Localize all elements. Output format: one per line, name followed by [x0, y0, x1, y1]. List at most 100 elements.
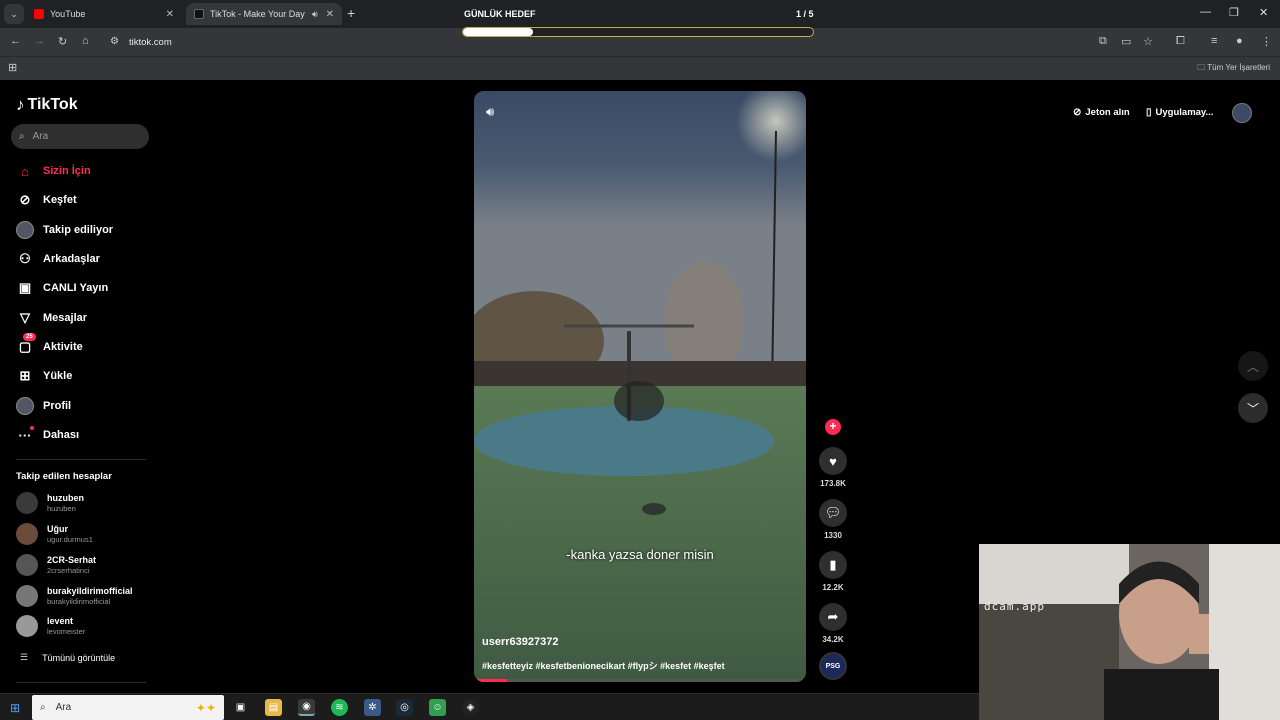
follow-button[interactable]: +	[825, 419, 841, 435]
comment-icon[interactable]: 💬︎	[819, 499, 847, 527]
following-account[interactable]: huzuben huzuben	[16, 492, 84, 514]
daily-goal-progress-bar	[462, 27, 814, 37]
bookmark-star-icon[interactable]: ☆	[1143, 35, 1153, 48]
sidebar-item-label: Aktivite	[43, 341, 83, 353]
sidebar-item-5[interactable]: ▣ CANLI Yayın	[16, 278, 108, 298]
close-icon[interactable]: ✕	[166, 9, 174, 20]
sidebar-item-label: Mesajlar	[43, 312, 88, 324]
close-icon[interactable]: ✕	[326, 9, 334, 20]
steam-icon[interactable]: ◎	[396, 699, 413, 716]
spotify-icon[interactable]: ≋	[331, 699, 348, 716]
sidebar-item-10[interactable]: ··· Dahası	[16, 425, 79, 445]
audio-playing-icon[interactable]: 🔊︎	[312, 9, 318, 20]
close-window-icon[interactable]: ✕	[1259, 6, 1268, 19]
get-coins-button[interactable]: ⊘ Jeton alın	[1073, 101, 1130, 123]
tab-youtube[interactable]: YouTube ✕	[26, 3, 182, 25]
see-all-label: Tümünü görüntüle	[42, 652, 116, 663]
url-field[interactable]: tiktok.com	[129, 37, 172, 48]
notification-badge: 25	[23, 333, 36, 341]
settings-app-icon[interactable]: ✲	[364, 699, 381, 716]
brand-name: TikTok	[27, 96, 78, 113]
following-account[interactable]: burakyildirimofficial burakyildirimoffici…	[16, 585, 133, 607]
tab-tiktok[interactable]: TikTok - Make Your Day 🔊︎ ✕	[186, 3, 342, 25]
like-action[interactable]: ♥ 173.8K	[818, 447, 848, 488]
list-icon: ☰	[20, 652, 29, 662]
save-action[interactable]: ▮ 12.2K	[818, 551, 848, 592]
heart-icon[interactable]: ♥	[819, 447, 847, 475]
taskbar-search-input[interactable]: ⌕ Ara ✦✦	[32, 695, 224, 720]
sidebar-item-6[interactable]: ▽ Mesajlar	[16, 308, 87, 328]
account-handle: huzuben	[47, 504, 76, 513]
back-icon[interactable]: ←	[10, 35, 21, 47]
android-app-icon[interactable]: ☺	[429, 699, 446, 716]
next-video-button[interactable]: ﹀	[1238, 393, 1268, 423]
forward-icon[interactable]: →	[34, 35, 45, 47]
share-action[interactable]: ➦ 34.2K	[818, 603, 848, 644]
translate-icon[interactable]: ⧉	[1099, 35, 1107, 48]
sidebar-item-3[interactable]: Takip ediliyor	[16, 220, 113, 240]
minimize-icon[interactable]: —	[1200, 6, 1211, 18]
share-icon[interactable]: ➦	[819, 603, 847, 631]
following-account[interactable]: Uğur ugur.durmus1	[16, 523, 93, 545]
daily-goal-count: 1 / 5	[796, 9, 814, 19]
avatar	[16, 221, 34, 239]
following-account[interactable]: levent levomeister	[16, 615, 85, 637]
volume-icon[interactable]: 🔊︎	[486, 104, 494, 120]
get-app-button[interactable]: ▯ Uygulamay...	[1146, 101, 1213, 123]
chrome-icon[interactable]: ◉	[298, 699, 315, 716]
account-text: levent levomeister	[47, 616, 85, 636]
restore-icon[interactable]: ❐	[1229, 6, 1239, 19]
avatar	[16, 554, 38, 576]
see-all-button[interactable]: ☰ Tümünü görüntüle	[20, 652, 115, 663]
video-hashtags[interactable]: #kesfetteyiz #kesfetbenionecikart #flypシ…	[482, 659, 725, 672]
sidebar-item-2[interactable]: ⊘ Keşfet	[16, 190, 77, 210]
sidebar-item-8[interactable]: ⊞ Yükle	[16, 366, 73, 386]
apps-grid-icon[interactable]: ⊞	[8, 61, 17, 74]
video-frame	[474, 91, 806, 682]
following-account[interactable]: 2CR-Serhat 2crserhatinci	[16, 554, 96, 576]
menu-icon[interactable]: ⋮	[1261, 35, 1272, 48]
tab-search-button[interactable]: ⌄	[4, 4, 24, 24]
account-handle: 2crserhatinci	[47, 566, 90, 575]
webcam-overlay: dcam.app	[979, 544, 1280, 720]
reload-icon[interactable]: ↻	[58, 35, 67, 48]
task-view-icon[interactable]: ▣	[232, 699, 249, 716]
windows-taskbar: ⊞ ⌕ Ara ✦✦ ▣ ▤ ◉ ≋ ✲ ◎ ☺ ◈	[0, 693, 979, 720]
sidebar-item-9[interactable]: Profil	[16, 396, 71, 416]
share-count: 34.2K	[822, 635, 844, 644]
all-bookmarks-button[interactable]: 🗀︎ Tüm Yer İşaretleri	[1197, 62, 1270, 76]
new-tab-button[interactable]: +	[347, 5, 355, 21]
browser-tab-bar: ⌄ YouTube ✕ TikTok - Make Your Day 🔊︎ ✕ …	[0, 0, 1280, 28]
profile-avatar[interactable]	[1232, 103, 1252, 123]
tiktok-note-icon: ♪	[16, 95, 25, 114]
game-app-icon[interactable]: ◈	[462, 699, 479, 716]
video-progress-bar[interactable]	[474, 679, 806, 682]
bookmark-icon[interactable]: ▮	[819, 551, 847, 579]
extensions-icon[interactable]: ⧠	[1176, 35, 1185, 48]
reading-list-icon[interactable]: ≡	[1211, 35, 1217, 47]
avatar	[16, 585, 38, 607]
video-author[interactable]: userr63927372	[482, 636, 558, 648]
site-info-icon[interactable]: ⚙	[110, 36, 119, 47]
windows-start-icon[interactable]: ⊞	[10, 701, 20, 715]
search-input[interactable]: ⌕ Ara	[11, 124, 149, 149]
sidebar-item-label: Yükle	[43, 370, 73, 382]
sidebar-item-4[interactable]: ⚇ Arkadaşlar	[16, 249, 100, 269]
music-disc-icon[interactable]: PSG	[819, 652, 847, 680]
previous-video-button[interactable]: ︿	[1238, 351, 1268, 381]
file-explorer-icon[interactable]: ▤	[265, 699, 282, 716]
sidebar-item-7[interactable]: ▢ 25 Aktivite	[16, 333, 83, 357]
account-name: levent	[47, 616, 74, 626]
video-caption: -kanka yazsa doner misin	[566, 547, 714, 562]
account-handle: burakyildirimofficial	[47, 597, 111, 606]
tiktok-logo[interactable]: ♪ TikTok	[16, 95, 78, 115]
video-player[interactable]: 🔊︎ -kanka yazsa doner misin userr6392737…	[474, 91, 806, 682]
bookmarks-bar: ⊞ 🗀︎ Tüm Yer İşaretleri	[0, 56, 1280, 80]
home-icon[interactable]: ⌂	[82, 35, 89, 47]
sidebar-item-1[interactable]: ⌂ Sizin İçin	[16, 161, 91, 181]
install-app-icon[interactable]: ▭	[1121, 35, 1131, 48]
upload-icon: ⊞	[19, 368, 31, 383]
comment-action[interactable]: 💬︎ 1330	[818, 499, 848, 540]
profile-icon[interactable]: ●	[1236, 35, 1243, 47]
account-name: 2CR-Serhat	[47, 555, 97, 565]
